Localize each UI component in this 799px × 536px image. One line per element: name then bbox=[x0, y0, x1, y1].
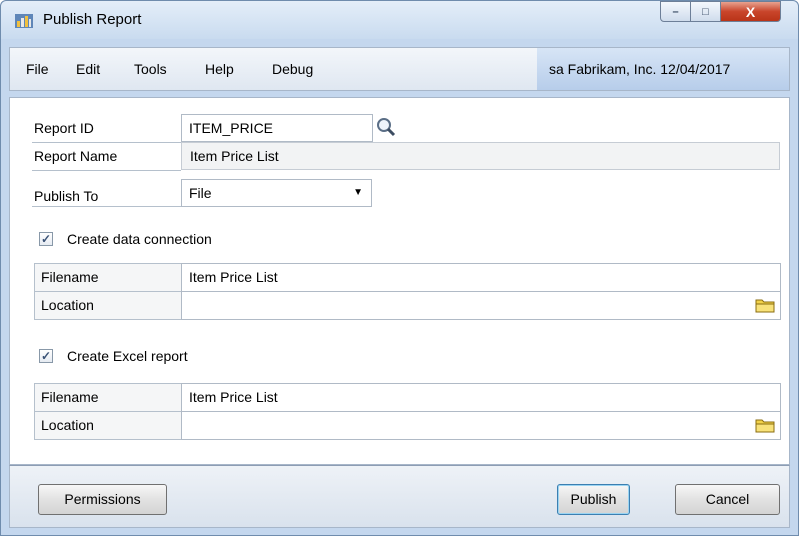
menu-help[interactable]: Help bbox=[205, 61, 234, 77]
create-excel-report-checkbox[interactable]: ✓ bbox=[39, 349, 53, 363]
report-name-value: Item Price List bbox=[181, 142, 780, 170]
minimize-button[interactable]: – bbox=[660, 1, 691, 22]
report-app-icon bbox=[15, 14, 33, 28]
publish-button[interactable]: Publish bbox=[557, 484, 630, 515]
dc-location-input[interactable] bbox=[181, 291, 781, 320]
report-id-label: Report ID bbox=[34, 120, 94, 136]
close-icon: X bbox=[745, 3, 756, 20]
permissions-button[interactable]: Permissions bbox=[38, 484, 167, 515]
menu-bar: File Edit Tools Help Debug sa Fabrikam, … bbox=[9, 47, 790, 91]
create-data-connection-checkbox[interactable]: ✓ bbox=[39, 232, 53, 246]
publish-to-underline bbox=[32, 206, 181, 207]
xl-location-label: Location bbox=[41, 417, 94, 433]
report-id-underline bbox=[32, 142, 181, 143]
dc-location-label: Location bbox=[41, 297, 94, 313]
menu-debug[interactable]: Debug bbox=[272, 61, 313, 77]
close-button[interactable]: X bbox=[721, 1, 781, 22]
menu-edit[interactable]: Edit bbox=[76, 61, 100, 77]
publish-report-window: Publish Report – □ X File Edit Tools Hel… bbox=[0, 0, 799, 536]
folder-icon[interactable] bbox=[755, 417, 775, 433]
dc-filename-input[interactable]: Item Price List bbox=[181, 263, 781, 292]
minimize-icon: – bbox=[672, 5, 679, 18]
menu-tools[interactable]: Tools bbox=[134, 61, 167, 77]
publish-to-label: Publish To bbox=[34, 188, 99, 204]
menu-file[interactable]: File bbox=[26, 61, 49, 77]
lookup-icon[interactable] bbox=[373, 114, 399, 140]
publish-to-value: File bbox=[189, 185, 212, 201]
xl-filename-label: Filename bbox=[41, 389, 99, 405]
xl-filename-input[interactable]: Item Price List bbox=[181, 383, 781, 412]
user-company-date: sa Fabrikam, Inc. 12/04/2017 bbox=[537, 48, 789, 90]
cancel-button[interactable]: Cancel bbox=[675, 484, 780, 515]
form-area: Report ID ITEM_PRICE Report Name Item Pr… bbox=[9, 97, 790, 465]
maximize-icon: □ bbox=[702, 5, 709, 18]
folder-icon[interactable] bbox=[755, 297, 775, 313]
report-name-underline bbox=[32, 170, 181, 171]
publish-to-select[interactable]: File ▼ bbox=[181, 179, 372, 207]
maximize-button[interactable]: □ bbox=[691, 1, 721, 22]
button-bar: Permissions Publish Cancel bbox=[9, 465, 790, 528]
window-title: Publish Report bbox=[43, 11, 142, 28]
title-bar: Publish Report – □ X bbox=[1, 1, 798, 39]
create-data-connection-label: Create data connection bbox=[67, 231, 212, 247]
chevron-down-icon: ▼ bbox=[353, 187, 363, 198]
create-excel-report-label: Create Excel report bbox=[67, 348, 188, 364]
xl-location-input[interactable] bbox=[181, 411, 781, 440]
dc-filename-label: Filename bbox=[41, 269, 99, 285]
report-name-label: Report Name bbox=[34, 148, 118, 164]
report-id-input[interactable]: ITEM_PRICE bbox=[181, 114, 373, 142]
